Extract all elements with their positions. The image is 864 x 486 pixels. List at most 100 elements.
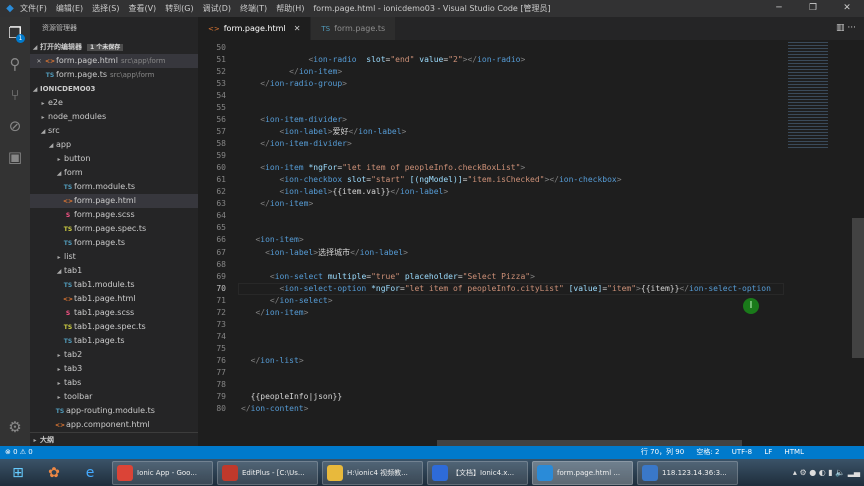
pinned-app-icon[interactable]: ✿ [36,461,72,485]
extensions-icon[interactable]: ▣ [0,141,30,172]
folder-item[interactable]: ▸ tabs [30,376,198,390]
menu-item[interactable]: 编辑(E) [56,4,83,13]
taskbar-app[interactable]: Ionic App - Goo... [112,460,213,485]
more-actions-icon[interactable]: ··· [847,23,856,33]
menu-item[interactable]: 帮助(H) [276,4,304,13]
folder-item[interactable]: ▸ e2e [30,96,198,110]
close-tab-icon[interactable]: ✕ [294,24,301,33]
line-number: 54 [216,91,226,101]
code-token: </ [241,403,251,413]
code-token: ion-item [265,307,304,317]
encoding[interactable]: UTF-8 [732,448,752,456]
folder-item[interactable]: ▸ list [30,250,198,264]
split-editor-icon[interactable]: ▥ [836,23,845,33]
taskbar-app[interactable]: 【文档】Ionic4.x... [427,460,528,485]
folder-item[interactable]: ▸ tab3 [30,362,198,376]
file-item[interactable]: <>form.page.html [30,194,198,208]
menu-item[interactable]: 终端(T) [240,4,267,13]
minimap[interactable] [784,40,852,440]
code-token: ion-checkbox [284,175,343,185]
debug-icon[interactable]: ⊘ [0,110,30,141]
taskbar-app[interactable]: EditPlus - [C:\Us... [217,460,318,485]
tab-form-page-ts[interactable]: TS form.page.ts [311,17,396,40]
close-icon[interactable]: ✕ [34,55,44,69]
taskbar-app[interactable]: H:\ionic4 视频教... [322,460,423,485]
file-item[interactable]: TS tab1.page.spec.ts [30,320,198,334]
folder-item[interactable]: ◢ form [30,166,198,180]
file-item[interactable]: TS form.page.spec.ts [30,222,198,236]
tree-item-name: tab2 [64,350,83,359]
menu-item[interactable]: 转到(G) [165,4,193,13]
project-label: IONICDEMO03 [40,85,96,93]
file-item[interactable]: Stab1.page.scss [30,306,198,320]
code-token: > [342,115,347,125]
file-item[interactable]: TS app-routing.module.ts [30,404,198,418]
open-editor-item[interactable]: TS form.page.ts src\app\form [30,68,198,82]
vertical-scrollbar[interactable] [852,218,864,358]
code-token: </ [390,187,400,197]
close-window-button[interactable]: ✕ [830,0,864,17]
code-line: <ion-label>{{item.val}}</ion-label> [241,186,449,198]
code-token: ></ [462,55,478,65]
menu-item[interactable]: 调试(D) [203,4,231,13]
problems-indicator[interactable]: ⊗ 0 ⚠ 0 [5,446,33,459]
taskbar-app[interactable]: form.page.html ... [532,460,633,485]
outline-section[interactable]: ▸ 大纲 [30,432,198,446]
file-item[interactable]: TS form.module.ts [30,180,198,194]
file-item[interactable]: <>tab1.page.html [30,292,198,306]
indentation[interactable]: 空格: 2 [696,448,719,456]
menu-item[interactable]: 文件(F) [20,4,47,13]
folder-item[interactable]: ◢ app [30,138,198,152]
spec-file-icon: TS [63,226,73,233]
code-editor[interactable]: 50 51 <ion-radio slot="end" value="2"></i… [198,40,784,440]
folder-item[interactable]: ▸ toolbar [30,390,198,404]
tab-form-page-html[interactable]: <> form.page.html ✕ [198,17,311,40]
file-item[interactable]: TS tab1.page.ts [30,334,198,348]
file-item[interactable]: TS tab1.module.ts [30,278,198,292]
tray-icons[interactable]: ▴ ⚙ ● ◐ ▮ 🔈 ▂▄ [793,468,860,477]
file-item[interactable]: Sform.page.scss [30,208,198,222]
folder-item[interactable]: ▸ node_modules [30,110,198,124]
search-icon[interactable]: ⚲ [0,48,30,79]
folder-item[interactable]: ▸ tab2 [30,348,198,362]
tree-item-name: tab1.page.html [74,294,136,303]
cursor-position[interactable]: 行 70，列 90 [641,448,684,456]
open-editor-item[interactable]: ✕ <>form.page.html src\app\form [30,54,198,68]
code-line: </ion-content> [241,403,308,415]
open-editor-name: form.page.ts [56,70,108,79]
restore-button[interactable]: ❐ [796,0,830,17]
file-item[interactable]: <>app.component.html [30,418,198,432]
menu-item[interactable]: 选择(S) [92,4,119,13]
explorer-icon[interactable]: ❐ 1 [0,17,30,48]
code-token: "let item of peopleInfo.cityList" [404,283,564,293]
folder-item[interactable]: ◢ src [30,124,198,138]
code-token: ion-label [359,247,404,257]
source-control-icon[interactable]: ⑂ [0,79,30,110]
code-token: > [337,67,343,77]
folder-item[interactable]: ▸ button [30,152,198,166]
ie-icon[interactable]: e [72,461,108,485]
tab-label: form.page.ts [334,24,386,33]
file-item[interactable]: TS form.page.ts [30,236,198,250]
project-section[interactable]: ◢ IONICDEMO03 [30,82,198,96]
tree-item-name: form.page.scss [74,210,135,219]
open-editors-section[interactable]: ◢ 打开的编辑器 1 个未保存 [30,40,198,54]
menu-item[interactable]: 查看(V) [128,4,156,13]
eol[interactable]: LF [764,448,772,456]
start-button[interactable]: ⊞ [0,461,36,485]
taskbar-app-label: EditPlus - [C:\Us... [242,468,305,477]
taskbar-app[interactable]: 118.123.14.36:3... [637,460,738,485]
gear-icon[interactable]: ⚙ [0,411,30,442]
tree-item-name: tab1.page.spec.ts [74,322,146,331]
language-mode[interactable]: HTML [785,448,804,456]
tree-item-name: form.module.ts [74,182,136,191]
chevron-right-icon: ▸ [57,352,61,359]
minimize-button[interactable]: ─ [762,0,796,17]
folder-item[interactable]: ◢ tab1 [30,264,198,278]
code-line: </ion-select> [241,295,333,307]
status-bar: ⊗ 0 ⚠ 0 行 70，列 90 空格: 2 UTF-8 LF HTML [0,446,864,459]
ts-file-icon: TS [321,25,331,33]
